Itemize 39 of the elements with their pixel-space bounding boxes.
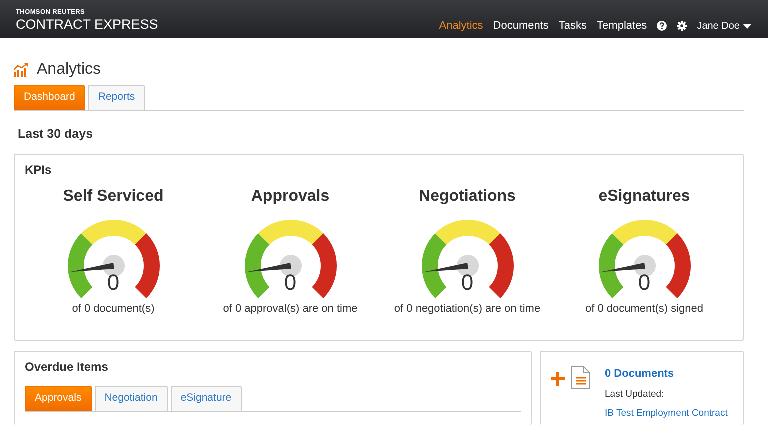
gauge-title: Approvals bbox=[251, 187, 330, 206]
gauge-needle bbox=[246, 263, 291, 272]
gauge-needle bbox=[600, 263, 645, 272]
tab[interactable]: Approvals bbox=[25, 386, 92, 411]
help-icon[interactable] bbox=[657, 21, 668, 32]
period-heading: Last 30 days bbox=[18, 126, 94, 143]
document-count[interactable]: 0 Documents bbox=[605, 366, 728, 382]
user-menu[interactable]: Jane Doe bbox=[697, 18, 752, 34]
nav-link[interactable]: Tasks bbox=[558, 18, 588, 34]
gauge-value: 0 bbox=[461, 272, 474, 294]
gauge-needle bbox=[424, 263, 468, 272]
last-updated-label: Last Updated: bbox=[605, 388, 666, 402]
nav-link[interactable]: Templates bbox=[597, 18, 648, 34]
document-link[interactable]: IB Test Employment Contract bbox=[605, 408, 728, 419]
plus-icon bbox=[551, 372, 565, 386]
gauge-caption: of 0 approval(s) are on time bbox=[223, 302, 358, 318]
page-title: Analytics bbox=[37, 60, 102, 80]
settings-icon[interactable] bbox=[677, 21, 688, 32]
tab[interactable]: eSignature bbox=[170, 386, 242, 411]
tab[interactable]: Dashboard bbox=[14, 85, 86, 110]
document-icon bbox=[571, 366, 591, 390]
caret-icon bbox=[743, 24, 752, 29]
gauge-title: Self Serviced bbox=[63, 187, 164, 206]
gauge-caption: of 0 document(s) signed bbox=[585, 302, 704, 318]
nav-link[interactable]: Documents bbox=[493, 18, 549, 34]
gauge-title: Negotiations bbox=[419, 187, 516, 206]
gauge-value: 0 bbox=[284, 272, 297, 294]
gauge-caption: of 0 negotiation(s) are on time bbox=[394, 302, 541, 318]
gauge-needle bbox=[70, 263, 114, 272]
gauge-value: 0 bbox=[107, 272, 120, 294]
chart-icon bbox=[14, 62, 29, 77]
panel-title: Overdue Items bbox=[25, 360, 110, 374]
tab[interactable]: Negotiation bbox=[94, 386, 168, 411]
panel-title: KPIs bbox=[25, 162, 53, 178]
gauge-value: 0 bbox=[638, 272, 651, 294]
gauge-caption: of 0 document(s) bbox=[72, 302, 155, 318]
brand-name: CONTRACT EXPRESS bbox=[16, 18, 158, 31]
tab[interactable]: Reports bbox=[88, 85, 146, 110]
gauge-title: eSignatures bbox=[598, 187, 690, 206]
